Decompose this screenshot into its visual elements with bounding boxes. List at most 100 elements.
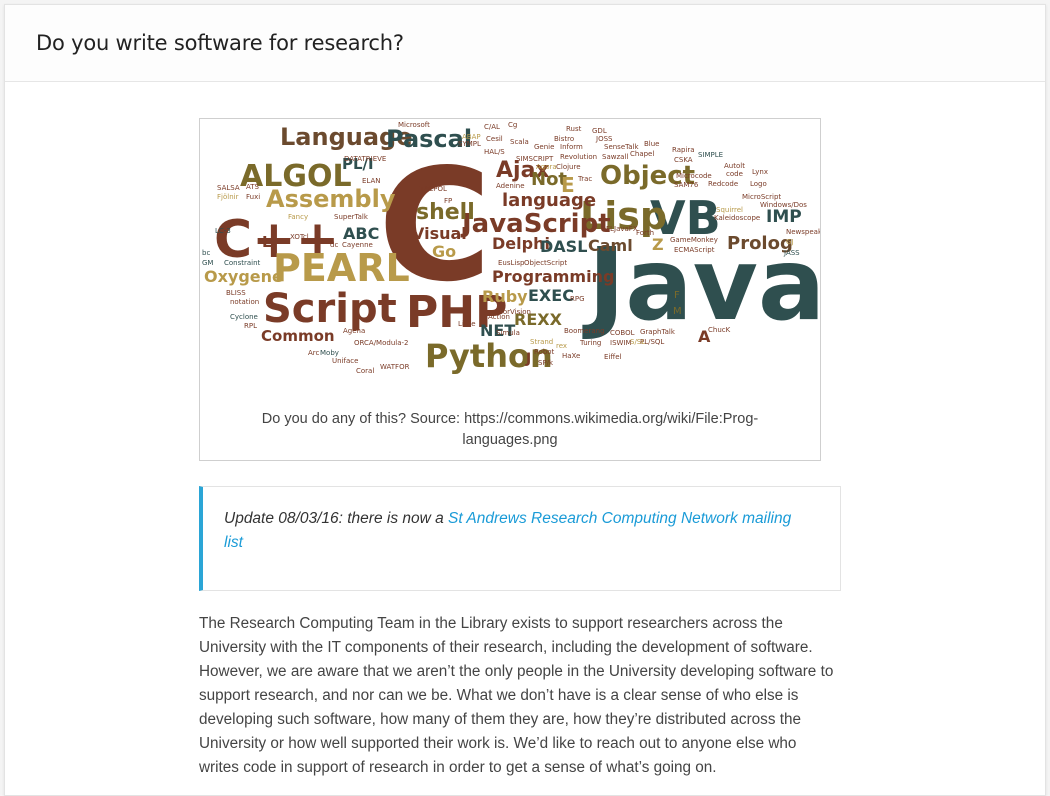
cloud-word: Rapira	[672, 146, 695, 154]
cloud-word: Boomerang	[564, 327, 605, 335]
cloud-word: DASL	[540, 237, 587, 256]
cloud-word: Fuxi	[246, 193, 260, 201]
cloud-word: FL	[606, 225, 614, 233]
cloud-word: Autolt	[724, 162, 745, 170]
cloud-word: EXEC	[528, 286, 574, 305]
cloud-word: EusLisp	[498, 259, 525, 267]
cloud-word: FP	[444, 197, 452, 205]
cloud-word: ChucK	[708, 326, 731, 334]
cloud-word: Clojure	[556, 163, 581, 171]
cloud-word: Revolution	[560, 153, 597, 161]
cloud-word: Blue	[644, 140, 660, 148]
cloud-word: Script	[263, 286, 397, 332]
cloud-word: JavaFX	[613, 225, 638, 233]
cloud-word: code	[726, 170, 743, 178]
cloud-word: Agora	[536, 163, 557, 171]
cloud-word: Agena	[343, 327, 365, 335]
body-paragraph: The Research Computing Team in the Libra…	[199, 615, 834, 776]
cloud-word: Logo	[750, 180, 767, 188]
cloud-word: C/AL	[484, 123, 500, 131]
cloud-word: LC-3	[215, 227, 231, 235]
cloud-word: Fancy	[288, 213, 308, 221]
cloud-word: Prolog	[727, 233, 793, 254]
word-cloud-figure: Java C C++ PHP PEARL Script Python VB Lisp ALGOL O…	[199, 118, 821, 461]
cloud-word: ObjectScript	[524, 259, 567, 267]
cloud-word: Oxygene	[204, 267, 283, 286]
cloud-word: ECMAScript	[674, 246, 715, 254]
cloud-word: Forth	[636, 229, 654, 237]
cloud-word: Squirrel	[716, 206, 743, 214]
cloud-word: Newspeak	[786, 228, 820, 236]
update-callout: Update 08/03/16: there is now a St Andre…	[199, 486, 841, 591]
cloud-word: BLISS	[226, 289, 246, 297]
cloud-word: Pascal	[386, 125, 472, 153]
cloud-word: Scala	[510, 138, 529, 146]
cloud-word: ORCA/Modula-2	[354, 339, 408, 347]
cloud-word: Trac	[577, 175, 592, 183]
cloud-word: Fjölnir	[217, 193, 239, 201]
word-cloud-image: Java C C++ PHP PEARL Script Python VB Lisp ALGOL O…	[200, 119, 820, 384]
cloud-word: Assembly	[266, 185, 396, 213]
cloud-word: Arc	[308, 349, 320, 357]
cloud-word: JASS	[783, 249, 800, 257]
cloud-word: notation	[230, 298, 259, 306]
cloud-word: Cesil	[486, 135, 503, 143]
cloud-word: Turing	[579, 339, 601, 347]
cloud-word: COBOL	[610, 329, 635, 337]
cloud-word: Z	[652, 235, 664, 254]
cloud-word: Caml	[588, 236, 633, 255]
cloud-word: MicroScript	[742, 193, 781, 201]
cloud-word: Constraint	[224, 259, 261, 267]
cloud-word: WATFOR	[380, 363, 410, 371]
cloud-word: Cg	[508, 121, 517, 129]
cloud-word: Cyclone	[230, 313, 258, 321]
cloud-word: SIMSCRIPT	[516, 155, 554, 163]
cloud-word: SYMPL	[458, 140, 481, 148]
cloud-word: Redcode	[708, 180, 738, 188]
update-text: Update 08/03/16: there is now a St Andre…	[224, 507, 810, 555]
cloud-word: bc	[202, 249, 210, 257]
cloud-word: J	[525, 351, 531, 367]
cloud-word: SP/k	[538, 359, 554, 367]
post-title: Do you write software for research?	[36, 31, 404, 55]
cloud-word: ISWIM	[610, 339, 632, 347]
cloud-word: Coral	[356, 367, 374, 375]
cloud-word: Moby	[320, 349, 339, 357]
cloud-word: Strand	[530, 338, 553, 346]
cloud-word: M	[673, 306, 682, 317]
cloud-word: S/SL	[630, 338, 645, 346]
cloud-word: CSKA	[674, 156, 693, 164]
cloud-word: Kaleidoscope	[714, 214, 760, 222]
cloud-word: Sawzall	[602, 153, 628, 161]
update-prefix: Update 08/03/16: there is now a	[224, 510, 449, 527]
cloud-word: ELAN	[362, 177, 381, 185]
figure-caption-line2: languages.png	[462, 432, 558, 448]
cloud-word: Common	[261, 327, 335, 345]
cloud-word: Eiffel	[604, 353, 621, 361]
cloud-word: PEARL	[273, 246, 410, 290]
cloud-word: SIMPLE	[698, 151, 723, 159]
cloud-word: TACPOL	[419, 185, 447, 193]
cloud-word: Chapel	[630, 150, 654, 158]
cloud-word: JOSS	[595, 135, 613, 143]
cloud-word: Microsoft	[398, 121, 430, 129]
cloud-word: HaXe	[562, 352, 580, 360]
cloud-word: E	[561, 173, 575, 197]
cloud-word: ATS	[246, 183, 260, 191]
cloud-word: Robot	[534, 348, 555, 356]
cloud-word: Uniface	[332, 357, 358, 365]
cloud-word: IMP	[766, 207, 802, 227]
cloud-word: rex	[556, 342, 567, 350]
cloud-word: Genie	[534, 143, 554, 151]
cloud-word: HAL/S	[484, 148, 505, 156]
cloud-word: Ruby	[482, 287, 528, 306]
cloud-word: language	[502, 190, 596, 211]
cloud-word: SALSA	[217, 184, 240, 192]
cloud-word: L	[262, 233, 272, 251]
cloud-word: DATATRIEVE	[344, 155, 386, 163]
cloud-word: GM	[202, 259, 213, 267]
cloud-word: GJ	[786, 238, 794, 246]
cloud-word: Simula	[496, 329, 520, 337]
cloud-word: GraphTalk	[640, 328, 676, 336]
post-header: Do you write software for research?	[5, 5, 1045, 82]
